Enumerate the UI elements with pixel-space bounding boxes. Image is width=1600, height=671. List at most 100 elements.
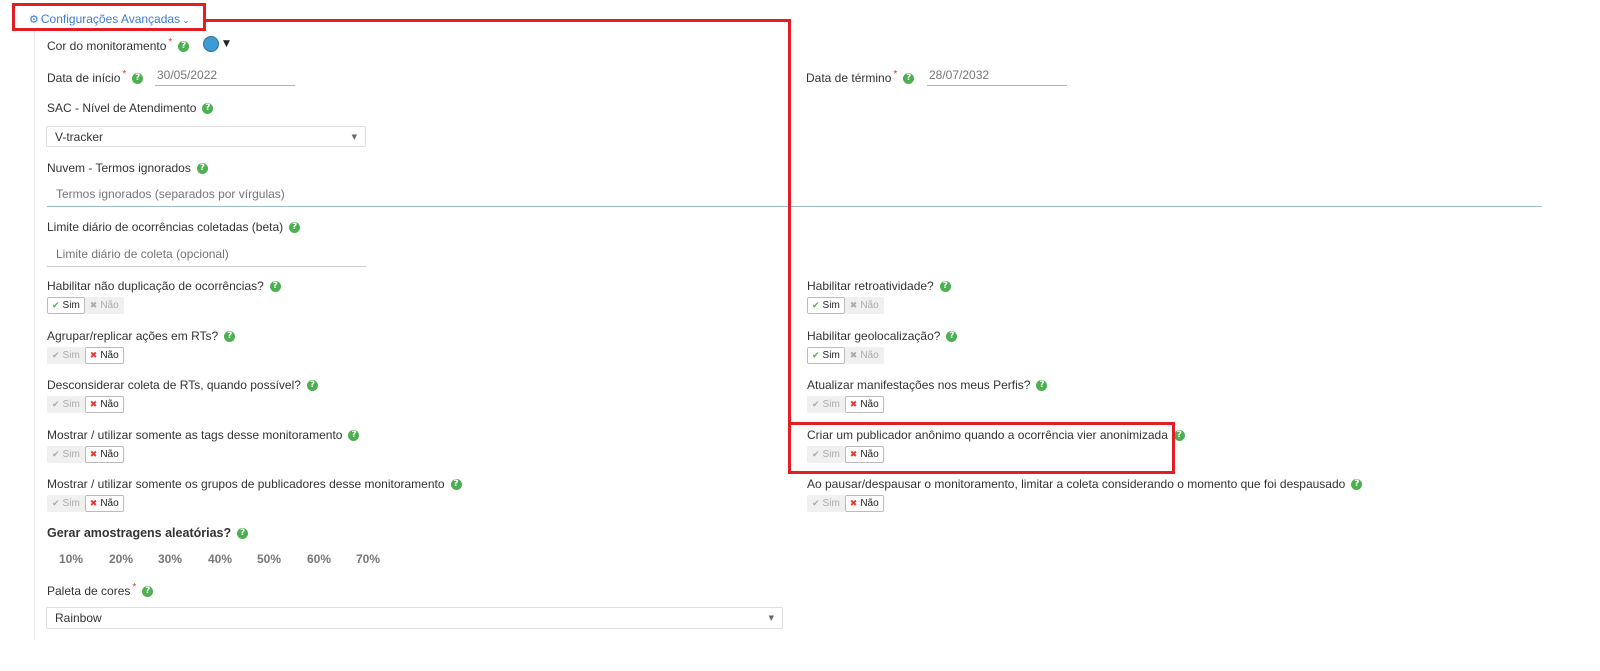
check-icon: ✔ (52, 449, 60, 460)
toggle-yes-button[interactable]: ✔ Sim (47, 347, 85, 364)
help-icon[interactable]: ? (1173, 430, 1185, 442)
toggle-no-button[interactable]: ✖ Não (844, 396, 884, 413)
toggle-no-label: Não (860, 350, 879, 361)
start-date-label: Data de início *? (47, 69, 144, 85)
toggle-no-label: Não (100, 449, 119, 460)
yes-no-toggle: ✔ Sim ✖ Não (807, 396, 884, 413)
toggle-no-button[interactable]: ✖ Não (844, 495, 884, 512)
help-icon[interactable]: ? (1036, 380, 1048, 392)
toggle-label: Desconsiderar coleta de RTs, quando poss… (47, 378, 318, 392)
toggle-label: Agrupar/replicar ações em RTs?? (47, 329, 236, 343)
toggle-yes-button[interactable]: ✔ Sim (47, 396, 85, 413)
help-icon[interactable]: ? (939, 281, 951, 293)
check-icon: ✔ (812, 350, 820, 361)
toggle-yes-label: Sim (822, 498, 840, 509)
toggle-label: Mostrar / utilizar somente os grupos de … (47, 477, 462, 491)
help-icon[interactable]: ? (1351, 479, 1363, 491)
toggle-yes-button[interactable]: ✔ Sim (807, 396, 845, 413)
toggle-yes-label: Sim (822, 350, 840, 361)
toggle-label: Habilitar geolocalização?? (807, 329, 958, 343)
yes-no-toggle: ✔ Sim ✖ Não (47, 495, 124, 512)
close-icon: ✖ (89, 449, 98, 460)
caret-down-icon[interactable]: ▼ (223, 39, 230, 49)
check-icon: ✔ (812, 300, 820, 311)
close-icon: ✖ (89, 399, 98, 410)
toggle-label: Atualizar manifestações nos meus Perfis?… (807, 378, 1048, 392)
help-icon[interactable]: ? (348, 430, 360, 442)
help-icon[interactable]: ? (450, 479, 462, 491)
close-icon: ✖ (89, 498, 98, 509)
help-icon[interactable]: ? (289, 222, 301, 234)
toggle-no-label: Não (100, 300, 119, 311)
sampling-option[interactable]: 70% (356, 552, 396, 566)
help-icon[interactable]: ? (142, 586, 154, 598)
toggle-no-button[interactable]: ✖ Não (84, 396, 124, 413)
toggle-yes-label: Sim (62, 498, 80, 509)
sampling-option[interactable]: 30% (158, 552, 208, 566)
toggle-yes-button[interactable]: ✔ Sim (47, 446, 85, 463)
palette-select[interactable]: Rainbow ▼ (46, 607, 783, 629)
sampling-option[interactable]: 10% (59, 552, 109, 566)
help-icon[interactable]: ? (224, 331, 236, 343)
yes-no-toggle: ✔ Sim ✖ Não (807, 297, 884, 314)
section-divider (34, 28, 35, 640)
toggle-label: Habilitar não duplicação de ocorrências?… (47, 279, 281, 293)
highlight-connector-vertical (788, 19, 791, 425)
check-icon: ✔ (52, 498, 60, 509)
highlight-box-header (12, 3, 206, 31)
toggle-yes-label: Sim (822, 300, 840, 311)
toggle-yes-button[interactable]: ✔ Sim (807, 495, 845, 512)
dropdown-arrow-icon: ▼ (351, 132, 357, 141)
sac-label: SAC - Nível de Atendimento? (47, 101, 214, 115)
help-icon[interactable]: ? (202, 103, 214, 115)
toggle-yes-button[interactable]: ✔ Sim (807, 347, 845, 364)
sampling-option[interactable]: 20% (109, 552, 158, 566)
close-icon: ✖ (849, 399, 858, 410)
toggle-no-button[interactable]: ✖ Não (84, 347, 124, 364)
sampling-option[interactable]: 40% (208, 552, 257, 566)
yes-no-toggle: ✔ Sim ✖ Não (47, 347, 124, 364)
end-date-input[interactable]: 28/07/2032 (927, 68, 1067, 86)
toggle-label: Ao pausar/despausar o monitoramento, lim… (807, 477, 1363, 491)
help-icon[interactable]: ? (306, 380, 318, 392)
help-icon[interactable]: ? (946, 331, 958, 343)
palette-selected-value: Rainbow (55, 611, 102, 625)
highlight-box-anon-publisher (788, 422, 1175, 474)
help-icon[interactable]: ? (237, 528, 249, 540)
start-date-input[interactable]: 30/05/2022 (155, 68, 295, 86)
monitor-color-picker[interactable]: ▼ (203, 36, 230, 52)
check-icon: ✔ (52, 350, 60, 361)
highlight-connector-top (204, 19, 791, 22)
color-swatch[interactable] (203, 36, 219, 52)
toggle-no-label: Não (860, 498, 879, 509)
toggle-no-button[interactable]: ✖ Não (84, 495, 124, 512)
daily-limit-input[interactable] (47, 244, 366, 267)
help-icon[interactable]: ? (132, 73, 144, 85)
toggle-no-label: Não (860, 300, 879, 311)
help-icon[interactable]: ? (269, 281, 281, 293)
help-icon[interactable]: ? (196, 163, 208, 175)
toggle-label: Habilitar retroatividade?? (807, 279, 951, 293)
cloud-terms-input[interactable] (47, 184, 1542, 207)
help-icon[interactable]: ? (903, 73, 915, 85)
toggle-no-button[interactable]: ✖ Não (844, 347, 884, 364)
toggle-yes-button[interactable]: ✔ Sim (47, 297, 85, 314)
sampling-option[interactable]: 50% (257, 552, 307, 566)
toggle-label: Mostrar / utilizar somente as tags desse… (47, 428, 360, 442)
sac-select[interactable]: V-tracker ▼ (46, 126, 366, 147)
close-icon: ✖ (849, 300, 858, 311)
sac-selected-value: V-tracker (55, 129, 104, 144)
toggle-no-button[interactable]: ✖ Não (84, 446, 124, 463)
toggle-no-button[interactable]: ✖ Não (844, 297, 884, 314)
toggle-no-button[interactable]: ✖ Não (84, 297, 124, 314)
close-icon: ✖ (849, 350, 858, 361)
sampling-option[interactable]: 60% (307, 552, 356, 566)
toggle-no-label: Não (100, 350, 119, 361)
toggle-yes-button[interactable]: ✔ Sim (807, 297, 845, 314)
yes-no-toggle: ✔ Sim ✖ Não (807, 495, 884, 512)
toggle-yes-button[interactable]: ✔ Sim (47, 495, 85, 512)
sampling-label: Gerar amostragens aleatórias?? (47, 526, 249, 540)
help-icon[interactable]: ? (178, 41, 190, 53)
check-icon: ✔ (812, 399, 820, 410)
cloud-terms-label: Nuvem - Termos ignorados? (47, 161, 208, 175)
